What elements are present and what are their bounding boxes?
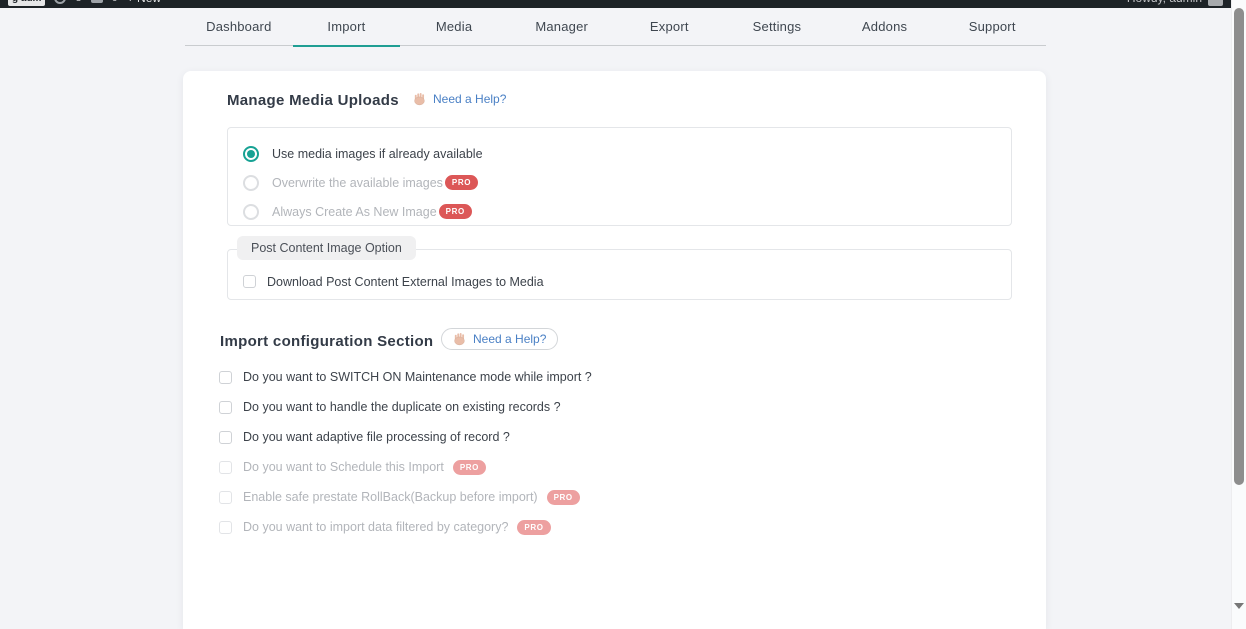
updates-count: 3: [75, 0, 81, 4]
checkbox[interactable]: [219, 461, 232, 474]
option-schedule-import[interactable]: Do you want to Schedule this Import PRO: [219, 452, 592, 482]
tab-manager[interactable]: Manager: [508, 8, 616, 45]
howdy-label[interactable]: Howdy, admin: [1127, 0, 1202, 5]
option-label: Do you want to Schedule this Import: [243, 460, 444, 474]
media-help-link[interactable]: Need a Help?: [413, 92, 506, 106]
import-options-list: Do you want to SWITCH ON Maintenance mod…: [219, 362, 592, 542]
download-external-images-label: Download Post Content External Images to…: [267, 275, 544, 289]
post-content-image-option: Post Content Image Option Download Post …: [227, 236, 1012, 300]
media-help-label: Need a Help?: [433, 92, 506, 106]
tab-export[interactable]: Export: [616, 8, 724, 45]
tab-media[interactable]: Media: [400, 8, 508, 45]
option-filter-by-category[interactable]: Do you want to import data filtered by c…: [219, 512, 592, 542]
tab-support[interactable]: Support: [938, 8, 1046, 45]
option-label: Do you want to handle the duplicate on e…: [243, 400, 561, 414]
checkbox[interactable]: [219, 521, 232, 534]
radio-label: Always Create As New Image: [272, 205, 437, 219]
updates-icon[interactable]: [54, 0, 66, 4]
avatar[interactable]: [1208, 0, 1223, 6]
checkbox[interactable]: [219, 401, 232, 414]
hand-icon: [453, 332, 467, 346]
pro-badge: PRO: [453, 460, 486, 475]
pro-badge: PRO: [445, 175, 478, 190]
import-config-help-label: Need a Help?: [473, 332, 546, 346]
pro-badge: PRO: [547, 490, 580, 505]
scrollbar-down-arrow-icon[interactable]: [1234, 603, 1244, 609]
tab-import[interactable]: Import: [293, 8, 401, 45]
import-config-title: Import configuration Section: [220, 333, 433, 350]
tab-dashboard[interactable]: Dashboard: [185, 8, 293, 45]
pro-badge: PRO: [439, 204, 472, 219]
download-external-images-checkbox[interactable]: [243, 275, 256, 288]
media-radio-group: Use media images if already available Ov…: [227, 127, 1012, 226]
settings-card: Manage Media Uploads Need a Help? Use me…: [183, 71, 1046, 629]
admin-bar: g adm 3 0 + New Howdy, admin: [0, 0, 1231, 8]
post-content-legend: Post Content Image Option: [237, 236, 416, 260]
radio-unselected-icon[interactable]: [243, 204, 259, 220]
option-handle-duplicate[interactable]: Do you want to handle the duplicate on e…: [219, 392, 592, 422]
radio-row-create-new[interactable]: Always Create As New Image PRO: [228, 197, 1011, 226]
radio-unselected-icon[interactable]: [243, 175, 259, 191]
option-maintenance-mode[interactable]: Do you want to SWITCH ON Maintenance mod…: [219, 362, 592, 392]
radio-label: Overwrite the available images: [272, 176, 443, 190]
import-config-help-button[interactable]: Need a Help?: [441, 328, 558, 350]
option-adaptive-processing[interactable]: Do you want adaptive file processing of …: [219, 422, 592, 452]
plugin-nav: Dashboard Import Media Manager Export Se…: [185, 8, 1046, 46]
tab-addons[interactable]: Addons: [831, 8, 939, 45]
scrollbar-thumb[interactable]: [1234, 8, 1244, 485]
radio-row-use-media[interactable]: Use media images if already available: [228, 139, 1011, 168]
radio-selected-icon[interactable]: [243, 146, 259, 162]
scrollbar[interactable]: [1231, 0, 1246, 629]
option-label: Enable safe prestate RollBack(Backup bef…: [243, 490, 538, 504]
comments-count: 0: [112, 0, 118, 4]
radio-row-overwrite[interactable]: Overwrite the available images PRO: [228, 168, 1011, 197]
radio-label: Use media images if already available: [272, 147, 483, 161]
pro-badge: PRO: [517, 520, 550, 535]
comments-icon[interactable]: [91, 0, 103, 3]
checkbox[interactable]: [219, 431, 232, 444]
hand-icon: [413, 92, 427, 106]
new-menu[interactable]: + New: [127, 0, 161, 5]
option-label: Do you want to SWITCH ON Maintenance mod…: [243, 370, 592, 384]
tab-settings[interactable]: Settings: [723, 8, 831, 45]
option-label: Do you want adaptive file processing of …: [243, 430, 510, 444]
option-label: Do you want to import data filtered by c…: [243, 520, 508, 534]
media-section-title: Manage Media Uploads: [227, 92, 399, 109]
option-safe-rollback[interactable]: Enable safe prestate RollBack(Backup bef…: [219, 482, 592, 512]
site-name-fragment[interactable]: g adm: [8, 0, 45, 6]
checkbox[interactable]: [219, 371, 232, 384]
checkbox[interactable]: [219, 491, 232, 504]
